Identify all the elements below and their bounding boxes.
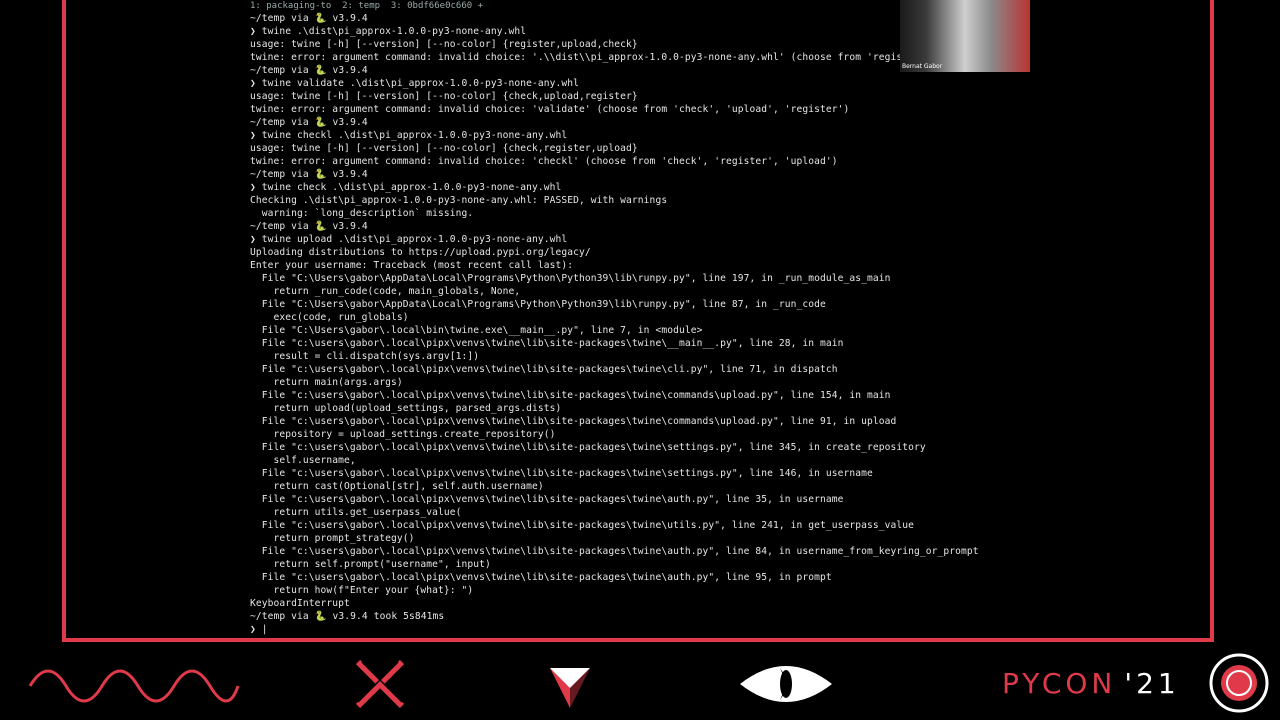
terminal-line: ❯ | [250,624,268,635]
terminal-line: File "C:\Users\gabor\AppData\Local\Progr… [250,273,891,284]
pycon-year: '21 [1124,667,1180,700]
terminal-line: File "c:\users\gabor\.local\pipx\venvs\t… [250,468,873,479]
terminal-window[interactable]: 1: packaging-to 2: temp 3: 0bdf66e0c660 … [250,0,1030,640]
terminal-line: twine: error: argument command: invalid … [250,104,850,115]
terminal-line: result = cli.dispatch(sys.argv[1:]) [250,351,480,362]
terminal-line: return self.prompt("username", input) [250,559,491,570]
triangle-logo-icon [550,668,590,708]
terminal-line: Uploading distributions to https://uploa… [250,247,591,258]
terminal-line: return utils.get_userpass_value( [250,507,462,518]
terminal-line: ❯ twine validate .\dist\pi_approx-1.0.0-… [250,78,580,89]
terminal-line: ~/temp via 🐍 v3.9.4 took 5s841ms [250,611,445,622]
terminal-line: Enter your username: Traceback (most rec… [250,260,574,271]
terminal-line: return main(args.args) [250,377,403,388]
terminal-line: ❯ twine upload .\dist\pi_approx-1.0.0-py… [250,234,568,245]
terminal-line: ❯ twine check .\dist\pi_approx-1.0.0-py3… [250,182,562,193]
terminal-line: File "C:\Users\gabor\.local\bin\twine.ex… [250,325,703,336]
terminal-line: KeyboardInterrupt [250,598,350,609]
speaker-webcam: Bernat Gabor [900,0,1030,72]
terminal-line: File "c:\users\gabor\.local\pipx\venvs\t… [250,572,832,583]
terminal-line: ❯ twine checkl .\dist\pi_approx-1.0.0-py… [250,130,568,141]
x-mark-icon [355,659,405,709]
terminal-line: warning: `long_description` missing. [250,208,474,219]
terminal-line: twine: error: argument command: invalid … [250,156,838,167]
pycon-text: PYCON [1002,667,1117,700]
terminal-line: return how(f"Enter your {what}: ") [250,585,474,596]
terminal-output: ~/temp via 🐍 v3.9.4 ❯ twine .\dist\pi_app… [250,12,1030,636]
terminal-line: File "c:\users\gabor\.local\pipx\venvs\t… [250,520,914,531]
terminal-line: return _run_code(code, main_globals, Non… [250,286,521,297]
terminal-line: ~/temp via 🐍 v3.9.4 [250,221,368,232]
terminal-line: File "c:\users\gabor\.local\pipx\venvs\t… [250,416,897,427]
terminal-line: ~/temp via 🐍 v3.9.4 [250,169,368,180]
terminal-line: exec(code, run_globals) [250,312,409,323]
terminal-line: File "c:\users\gabor\.local\pipx\venvs\t… [250,338,844,349]
terminal-line: repository = upload_settings.create_repo… [250,429,556,440]
terminal-line: File "c:\users\gabor\.local\pipx\venvs\t… [250,546,979,557]
terminal-line: Checking .\dist\pi_approx-1.0.0-py3-none… [250,195,668,206]
terminal-line: usage: twine [-h] [--version] [--no-colo… [250,143,638,154]
pycon-wordmark: PYCON '21 [1002,667,1180,700]
terminal-line: ~/temp via 🐍 v3.9.4 [250,117,368,128]
terminal-line: File "c:\users\gabor\.local\pipx\venvs\t… [250,364,838,375]
terminal-line: File "c:\users\gabor\.local\pipx\venvs\t… [250,442,926,453]
terminal-line: return prompt_strategy() [250,533,415,544]
terminal-line: return upload(upload_settings, parsed_ar… [250,403,562,414]
webcam-name-label: Bernat Gabor [902,63,943,70]
terminal-line: usage: twine [-h] [--version] [--no-colo… [250,91,638,102]
terminal-line: File "c:\users\gabor\.local\pipx\venvs\t… [250,390,891,401]
terminal-line: File "C:\Users\gabor\AppData\Local\Progr… [250,299,826,310]
eye-icon [740,666,832,702]
terminal-line: return cast(Optional[str], self.auth.use… [250,481,544,492]
pycon-circle-icon [1209,653,1269,713]
terminal-line: File "c:\users\gabor\.local\pipx\venvs\t… [250,494,844,505]
wave-icon [28,669,240,703]
terminal-line: self.username, [250,455,356,466]
